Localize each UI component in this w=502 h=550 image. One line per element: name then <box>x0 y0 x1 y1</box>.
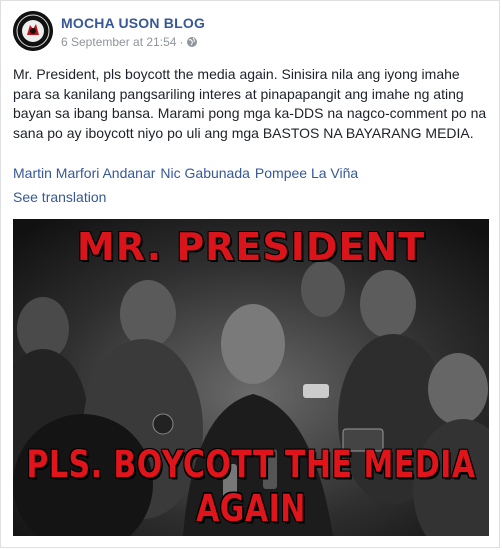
post-meta: 6 September at 21:54 · <box>61 35 198 51</box>
tag-link[interactable]: Pompee La Viña <box>255 165 358 181</box>
tagged-people: Martin Marfori Andanar Nic Gabunada Pompee… <box>13 165 363 181</box>
post-header: MOCHA USON BLOG 6 September at 21:54 · <box>11 9 491 55</box>
post-photo[interactable]: MR. PRESIDENT PLS. BOYCOTT THE MEDIA AGA… <box>13 219 489 536</box>
see-translation-link[interactable]: See translation <box>13 189 106 205</box>
tag-link[interactable]: Martin Marfori Andanar <box>13 165 155 181</box>
meta-separator: · <box>179 35 184 49</box>
post-body-text: Mr. President, pls boycott the media aga… <box>13 66 487 141</box>
page-avatar[interactable] <box>13 11 53 51</box>
post-timestamp[interactable]: 6 September at 21:54 <box>61 35 176 49</box>
tag-link[interactable]: Nic Gabunada <box>160 165 250 181</box>
post-card: MOCHA USON BLOG 6 September at 21:54 · Mr… <box>0 0 500 548</box>
globe-icon[interactable] <box>186 36 198 51</box>
page-name-link[interactable]: MOCHA USON BLOG <box>61 15 205 31</box>
photo-caption-bottom: PLS. BOYCOTT THE MEDIA AGAIN <box>26 443 476 531</box>
photo-caption-top: MR. PRESIDENT <box>76 225 426 269</box>
page-logo-icon <box>13 11 53 51</box>
